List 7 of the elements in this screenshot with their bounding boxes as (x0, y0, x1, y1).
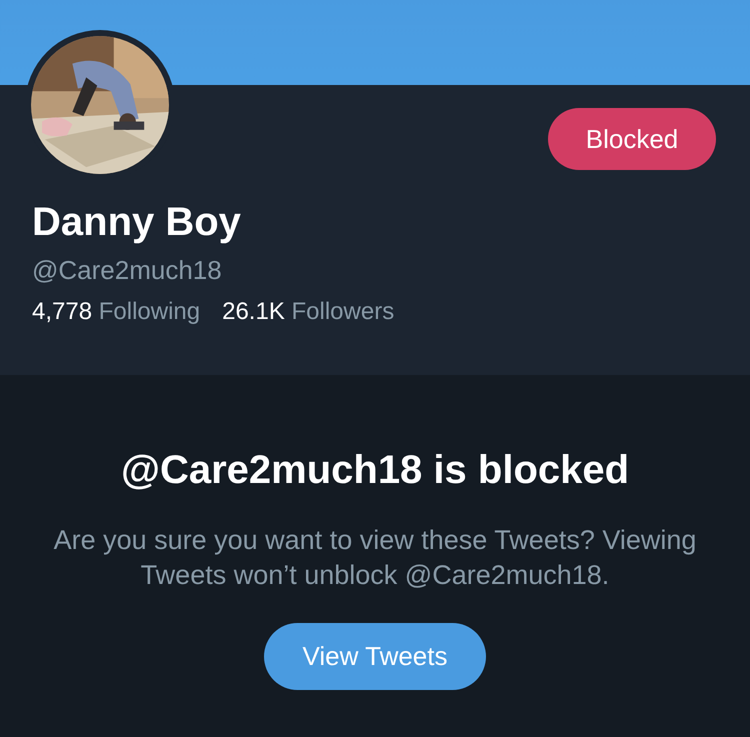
stat-link[interactable]: 4,778 Following (32, 296, 200, 328)
blocked-button[interactable]: Blocked (548, 108, 716, 170)
profile-handle: @Care2much18 (32, 254, 223, 287)
stat-link[interactable]: 26.1K Followers (222, 296, 394, 328)
blocked-message: Are you sure you want to view these Tweets? Viewing Tweets won’t unblock @Care2much18. (52, 524, 698, 592)
blocked-title: @Care2much18 is blocked (120, 447, 630, 494)
profile-name: Danny Boy (32, 199, 242, 246)
